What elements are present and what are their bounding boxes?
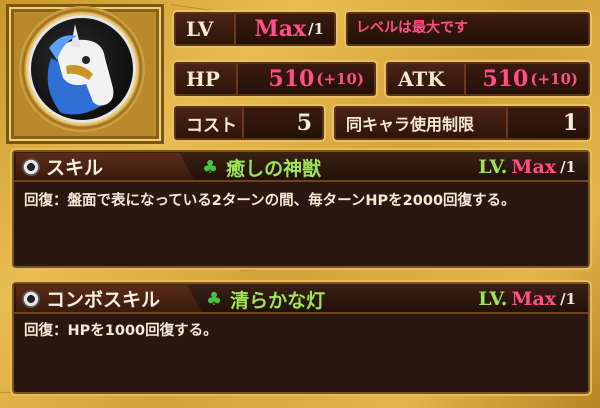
hp-bonus: (+10): [316, 70, 364, 88]
combo-skill-panel-header: コンボスキル ♣ 清らかな灯 LV. Max /1: [14, 284, 588, 314]
hp-value: 510 (+10): [268, 64, 364, 94]
skill-level-max: Max: [511, 156, 557, 178]
combo-skill-name: ♣ 清らかな灯: [206, 284, 325, 314]
skill-level-prefix: LV.: [478, 156, 508, 178]
level-suffix: /1: [308, 20, 324, 38]
skill-title: スキル: [16, 153, 194, 180]
clover-icon: ♣: [202, 156, 219, 178]
level-label: LV: [176, 14, 236, 44]
hp-number: 510: [268, 66, 315, 92]
disc-icon: [22, 157, 40, 176]
skill-panel: スキル ♣ 癒しの神獣 LV. Max /1 回復：盤面で表になっている2ターン…: [12, 150, 590, 268]
hp-label: HP: [176, 64, 238, 94]
combo-skill-title: コンボスキル: [16, 285, 202, 312]
skill-name: ♣ 癒しの神獣: [202, 152, 321, 182]
usage-limit-bar: 同キャラ使用制限 1: [334, 106, 590, 140]
atk-label: ATK: [388, 64, 466, 94]
combo-disc-icon: [22, 289, 40, 308]
unicorn-portrait-icon[interactable]: [28, 15, 136, 123]
skill-panel-header: スキル ♣ 癒しの神獣 LV. Max /1: [14, 152, 588, 182]
usage-limit-label: 同キャラ使用制限: [336, 108, 508, 138]
level-note: レベルは最大です: [356, 20, 468, 36]
combo-level-prefix: LV.: [478, 288, 508, 310]
skill-header-label: スキル: [46, 157, 104, 179]
combo-header-label: コンボスキル: [46, 289, 161, 311]
atk-bonus: (+10): [530, 70, 578, 88]
cost-bar: コスト 5: [174, 106, 324, 140]
level-value: Max /1: [254, 14, 324, 44]
cost-label: コスト: [176, 108, 244, 138]
skill-description: 回復：盤面で表になっている2ターンの間、毎ターンHPを2000回復する。: [24, 193, 516, 209]
atk-number: 510: [482, 66, 529, 92]
usage-limit-value: 1: [563, 108, 578, 138]
combo-skill-level: LV. Max /1: [478, 284, 576, 314]
combo-skill-panel: コンボスキル ♣ 清らかな灯 LV. Max /1 回復：HPを1000回復する…: [12, 282, 590, 394]
atk-bar: ATK 510 (+10): [386, 62, 590, 96]
combo-level-suffix: /1: [560, 290, 576, 308]
clover-icon: ♣: [206, 288, 223, 310]
skill-name-text: 癒しの神獣: [226, 157, 322, 180]
skill-level: LV. Max /1: [478, 152, 576, 182]
hp-bar: HP 510 (+10): [174, 62, 376, 96]
cost-number: 5: [296, 110, 312, 136]
atk-value: 510 (+10): [482, 64, 578, 94]
skill-level-suffix: /1: [560, 158, 576, 176]
level-max: Max: [254, 16, 307, 42]
cost-value: 5: [297, 108, 312, 138]
level-bar: LV Max /1: [174, 12, 336, 46]
combo-skill-name-text: 清らかな灯: [230, 289, 326, 312]
combo-level-max: Max: [511, 288, 557, 310]
usage-limit-number: 1: [562, 110, 578, 136]
level-note-box: レベルは最大です: [346, 12, 590, 46]
combo-skill-description: 回復：HPを1000回復する。: [24, 323, 218, 339]
